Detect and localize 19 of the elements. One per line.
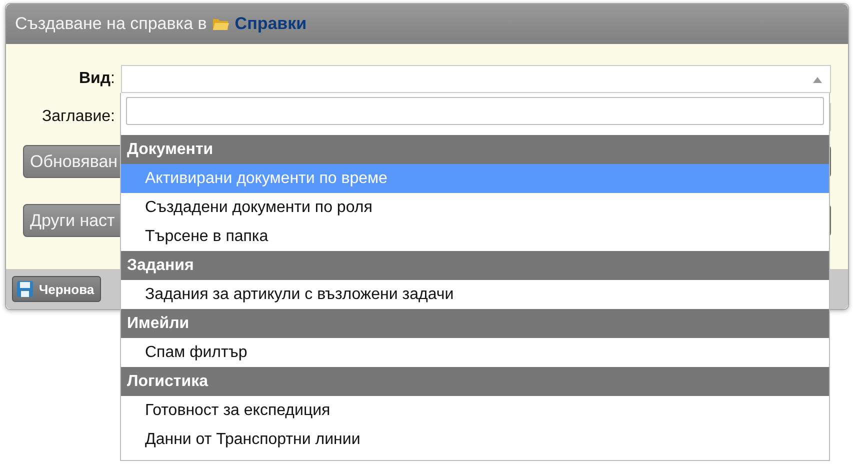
group-header: Задания xyxy=(121,251,829,280)
group-header: Логистика xyxy=(121,367,829,396)
dropdown-option[interactable]: Търсене в папка xyxy=(121,222,829,251)
draft-button[interactable]: Чернова xyxy=(12,276,102,302)
type-select[interactable] xyxy=(121,65,831,93)
caret-icon xyxy=(813,77,822,83)
window-title: Създаване на справка в xyxy=(15,14,207,34)
dropdown-option[interactable]: Задания за артикули с възложени задачи xyxy=(121,280,829,309)
field-label: Вид: xyxy=(78,70,115,88)
search-field[interactable] xyxy=(126,97,824,125)
group-header: Имейли xyxy=(121,309,829,338)
field-label: Заглавие: xyxy=(40,108,115,126)
group-header: Документи xyxy=(121,135,829,164)
dropdown-option[interactable]: Данни от Транспортни линии xyxy=(121,425,829,454)
dropdown-option[interactable]: Създадени документи по роля xyxy=(121,193,829,222)
dropdown-option[interactable]: Спам филтър xyxy=(121,338,829,367)
folder-icon xyxy=(212,17,230,31)
save-icon xyxy=(17,281,33,297)
dropdown-option[interactable]: Готовност за експедиция xyxy=(121,396,829,425)
